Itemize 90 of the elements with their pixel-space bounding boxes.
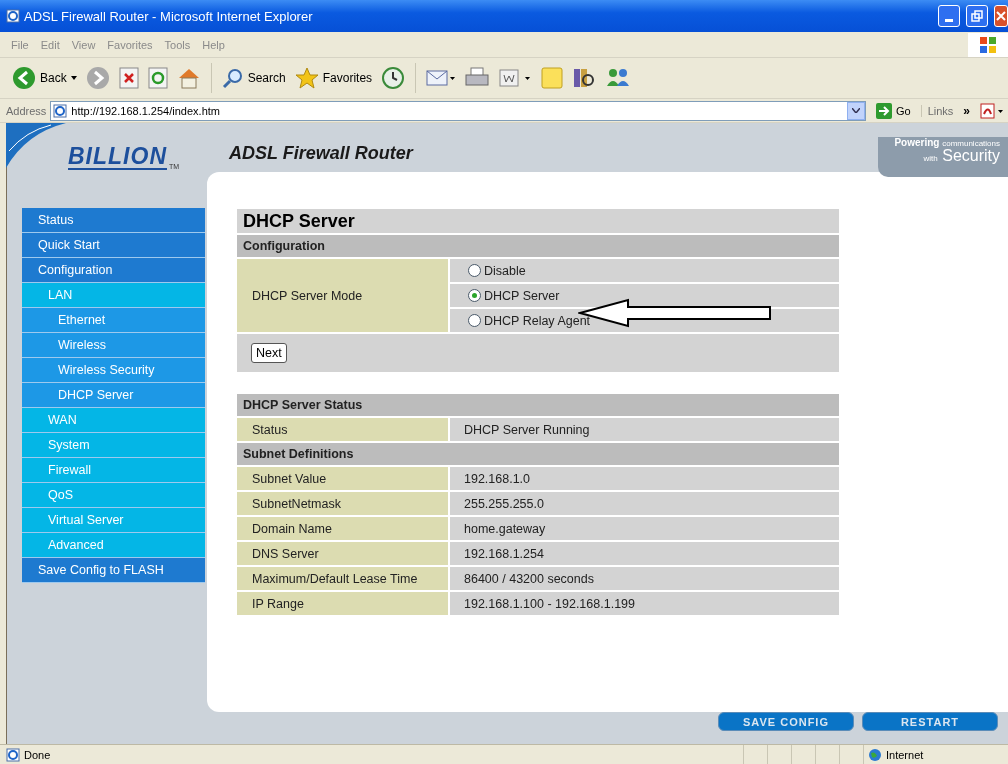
books-icon	[572, 66, 597, 90]
browser-icon	[6, 9, 20, 23]
search-icon	[221, 67, 244, 89]
field-value: 86400 / 43200 seconds	[450, 567, 839, 590]
section-heading: Configuration	[237, 235, 839, 257]
links-button[interactable]: Links	[920, 104, 960, 117]
chevron[interactable]: »	[963, 103, 970, 118]
radio-option[interactable]: Disable	[468, 263, 526, 278]
menu-item[interactable]: View	[66, 38, 101, 51]
minimize-icon	[945, 18, 953, 22]
address-field[interactable]: http://192.168.1.254/index.htm	[50, 100, 866, 121]
toolbar-button[interactable]	[116, 65, 141, 91]
field-value: 192.168.1.100 - 192.168.1.199	[450, 592, 839, 615]
menu-item[interactable]: Favorites	[102, 38, 158, 51]
toolbar-button[interactable]: Back	[10, 64, 79, 92]
note-icon	[541, 67, 564, 89]
radio-button[interactable]	[468, 289, 481, 302]
field-label: Domain Name	[237, 517, 448, 540]
stop-icon	[118, 67, 139, 89]
field-label: SubnetNetmask	[237, 492, 448, 515]
sidebar-item[interactable]: LAN	[22, 283, 205, 308]
field-label: DHCP Server Mode	[237, 259, 448, 332]
document-icon	[498, 67, 533, 89]
sidebar-item[interactable]: Firewall	[22, 458, 205, 483]
globe-icon	[868, 747, 882, 762]
close-button[interactable]	[994, 5, 1008, 27]
field-value: home.gateway	[450, 517, 839, 540]
radio-button[interactable]	[468, 314, 481, 327]
sidebar-item[interactable]: Configuration	[22, 258, 205, 283]
sidebar-item[interactable]: Virtual Server	[22, 508, 205, 533]
sidebar-item[interactable]: Ethernet	[22, 308, 205, 333]
status-text: Done	[24, 748, 51, 761]
sidebar-item[interactable]: Wireless Security	[22, 358, 205, 383]
section-heading: DHCP Server Status	[237, 394, 839, 416]
sidebar-item[interactable]: Advanced	[22, 533, 205, 558]
dropdown-icon	[70, 76, 77, 80]
dropdown-icon[interactable]	[846, 101, 865, 120]
clock-icon	[381, 66, 406, 90]
close-icon	[996, 11, 1006, 21]
section-title: DHCP Server	[237, 209, 839, 233]
tagline-text: with Security	[923, 148, 1000, 166]
field-value: DHCP Server Running	[450, 418, 839, 441]
maximize-icon	[971, 10, 983, 22]
toolbar-button[interactable]: Search	[219, 65, 288, 91]
sidebar-item[interactable]: WAN	[22, 408, 205, 433]
page-icon	[53, 103, 68, 118]
toolbar-button[interactable]: Favorites	[292, 65, 375, 91]
field-label: IP Range	[237, 592, 448, 615]
refresh-icon	[147, 67, 168, 89]
menu-item[interactable]: Help	[197, 38, 230, 51]
radio-button[interactable]	[468, 264, 481, 277]
sidebar-item[interactable]: Wireless	[22, 333, 205, 358]
menu-item[interactable]: Tools	[159, 38, 196, 51]
field-label: Subnet Value	[237, 467, 448, 490]
page-icon	[6, 747, 20, 762]
section-heading: Subnet Definitions	[237, 443, 839, 465]
windows-logo	[968, 32, 1008, 57]
menu-item[interactable]: Edit	[35, 38, 65, 51]
tagline-text: Powering communications	[894, 137, 1000, 148]
field-value: 192.168.1.0	[450, 467, 839, 490]
go-button[interactable]: Go	[869, 102, 917, 119]
field-label: Status	[237, 418, 448, 441]
footer-button[interactable]: SAVE CONFIG	[718, 712, 854, 731]
footer-button[interactable]: RESTART	[862, 712, 998, 731]
field-label: DNS Server	[237, 542, 448, 565]
sidebar-item[interactable]: Save Config to FLASH	[22, 558, 205, 583]
pdf-icon	[980, 102, 1004, 119]
sidebar-item[interactable]: Quick Start	[22, 233, 205, 258]
printer-icon	[465, 67, 490, 89]
logo-text: BILLION	[68, 144, 167, 170]
sidebar-item[interactable]: QoS	[22, 483, 205, 508]
menu-item[interactable]: File	[6, 38, 34, 51]
go-arrow-icon	[875, 102, 892, 119]
address-label: Address	[6, 104, 47, 117]
field-value: 192.168.1.254	[450, 542, 839, 565]
page-header-title: ADSL Firewall Router	[229, 143, 413, 164]
sidebar-item[interactable]: System	[22, 433, 205, 458]
window-title: ADSL Firewall Router - Microsoft Internet Explorer	[24, 8, 314, 24]
next-button[interactable]: Next	[251, 343, 287, 363]
radio-option[interactable]: DHCP Server	[468, 288, 560, 303]
address-input[interactable]: http://192.168.1.254/index.htm	[71, 104, 843, 117]
field-label: Maximum/Default Lease Time	[237, 567, 448, 590]
star-icon	[294, 67, 319, 89]
zone-text: Internet	[886, 748, 924, 761]
sidebar-item[interactable]: DHCP Server	[22, 383, 205, 408]
sidebar-item[interactable]: Status	[22, 208, 205, 233]
maximize-button[interactable]	[966, 5, 988, 27]
mail-icon	[426, 67, 457, 89]
field-value: 255.255.255.0	[450, 492, 839, 515]
minimize-button[interactable]	[938, 5, 960, 27]
